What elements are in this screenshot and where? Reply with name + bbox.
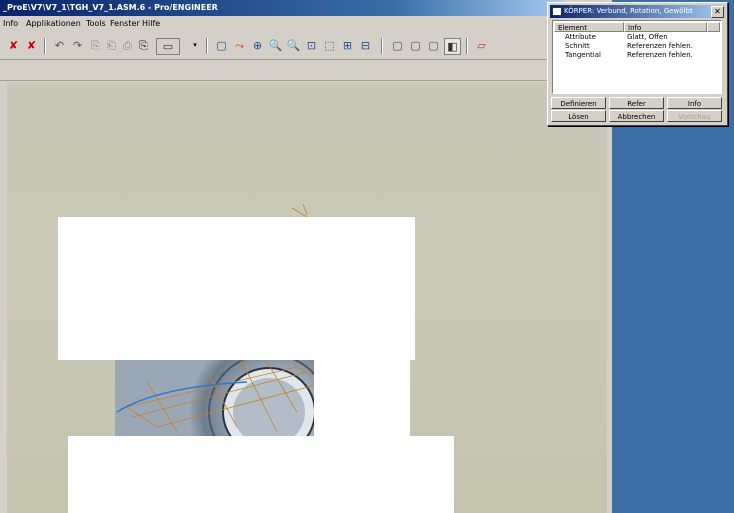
copy-icon[interactable]: ⎗ <box>104 38 119 53</box>
list-item[interactable]: Tangential Referenzen fehlen. <box>553 51 719 60</box>
toolbar-separator <box>466 38 468 54</box>
dialog-title: KÖRPER: Verbund, Rotation, Gewölbt <box>564 7 693 15</box>
chevron-down-icon[interactable]: ▾ <box>191 38 199 53</box>
preview-button[interactable]: Vorschau <box>667 110 722 122</box>
select-box-icon[interactable]: ▭ <box>156 38 180 55</box>
orient-icon[interactable]: ⊕ <box>250 38 265 53</box>
element-info: Referenzen fehlen. <box>627 42 693 50</box>
view-manager-icon[interactable]: ⊟ <box>358 38 373 53</box>
column-header-element[interactable]: Element <box>554 22 624 32</box>
element-name: Schnitt <box>565 42 590 50</box>
named-views-icon[interactable]: ⬚ <box>322 38 337 53</box>
main-window: _ProE\V7\V7_1\TGH_V7_1.ASM.6 - Pro/ENGIN… <box>0 0 612 513</box>
menu-hilfe[interactable]: Hilfe <box>142 19 160 28</box>
element-info: Referenzen fehlen. <box>627 51 693 59</box>
zoom-out-icon[interactable]: 🔍 <box>286 38 301 53</box>
regenerate-manager-icon[interactable]: ✘ <box>24 38 39 53</box>
refit-icon[interactable]: ⊡ <box>304 38 319 53</box>
repaint-icon[interactable]: ▢ <box>214 38 229 53</box>
element-name: Tangential <box>565 51 601 59</box>
toolbar-separator <box>44 38 46 54</box>
wireframe-icon[interactable]: ▢ <box>390 38 405 53</box>
undo-icon[interactable]: ↶ <box>52 38 67 53</box>
layers-icon[interactable]: ⊞ <box>340 38 355 53</box>
close-icon[interactable]: ✕ <box>711 6 724 18</box>
find-icon[interactable]: ⎘ <box>136 38 151 53</box>
menu-bar: Info Applikationen Tools Fenster Hilfe <box>0 16 612 31</box>
regenerate-icon[interactable]: ✘ <box>6 38 21 53</box>
redo-icon[interactable]: ↷ <box>70 38 85 53</box>
cut-icon[interactable]: ⎘ <box>88 38 103 53</box>
toolbar-separator <box>381 38 383 54</box>
feature-dialog: KÖRPER: Verbund, Rotation, Gewölbt ✕ Ele… <box>547 2 728 126</box>
menu-tools[interactable]: Tools <box>86 19 106 28</box>
menu-info[interactable]: Info <box>3 19 18 28</box>
define-button[interactable]: Definieren <box>551 97 606 109</box>
graphics-area[interactable] <box>7 82 607 513</box>
occluded-region <box>68 436 454 513</box>
refer-button[interactable]: Refer <box>609 97 664 109</box>
element-list[interactable]: Element Info Attribute Glatt, Offen Schn… <box>552 20 722 94</box>
hidden-line-icon[interactable]: ▢ <box>408 38 423 53</box>
paste-icon[interactable]: ⎙ <box>120 38 135 53</box>
main-toolbar: ✘ ✘ ↶ ↷ ⎘ ⎗ ⎙ ⎘ ▭ ▾ ▢ ⤳ ⊕ 🔍 🔍 ⊡ ⬚ ⊞ ⊟ ▢ … <box>0 31 612 60</box>
menu-fenster[interactable]: Fenster <box>110 19 140 28</box>
cancel-button[interactable]: Abbrechen <box>609 110 664 122</box>
column-header-info[interactable]: Info <box>624 22 707 32</box>
no-hidden-icon[interactable]: ▢ <box>426 38 441 53</box>
zoom-in-icon[interactable]: 🔍 <box>268 38 283 53</box>
solve-button[interactable]: Lösen <box>551 110 606 122</box>
element-info: Glatt, Offen <box>627 33 668 41</box>
datum-planes-icon[interactable]: ▱ <box>474 38 489 53</box>
list-item[interactable]: Attribute Glatt, Offen <box>553 33 719 42</box>
occluded-region <box>58 217 415 360</box>
element-name: Attribute <box>565 33 596 41</box>
secondary-toolbar <box>0 60 612 81</box>
info-button[interactable]: Info <box>667 97 722 109</box>
menu-applikationen[interactable]: Applikationen <box>26 19 81 28</box>
spin-center-icon[interactable]: ⤳ <box>232 38 247 53</box>
shading-icon[interactable]: ◧ <box>444 38 461 55</box>
list-item[interactable]: Schnitt Referenzen fehlen. <box>553 42 719 51</box>
dialog-window-icon <box>552 6 562 16</box>
window-title: _ProE\V7\V7_1\TGH_V7_1.ASM.6 - Pro/ENGIN… <box>0 0 563 16</box>
occluded-region <box>314 360 410 436</box>
toolbar-separator <box>206 38 208 54</box>
